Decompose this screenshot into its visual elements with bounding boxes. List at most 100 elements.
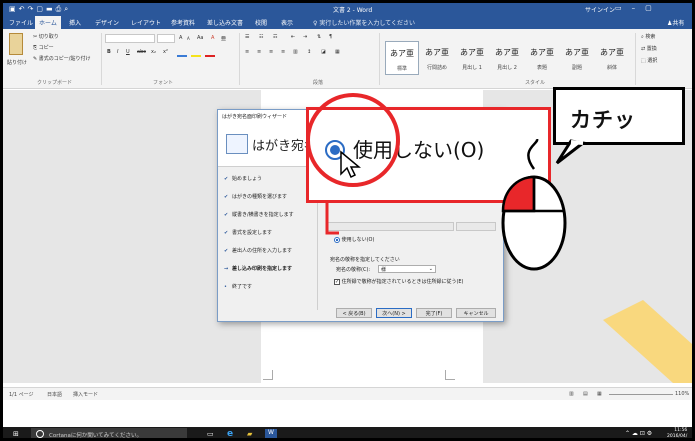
subscript-button[interactable]: x₂ [151,49,156,55]
bold-button[interactable]: B [107,49,111,55]
format-painter-button[interactable]: ✎ 書式のコピー/貼り付け [33,55,90,62]
paragraph-align-row: ≡ ≡ ≡ ≡ ▥ ↕ ◪ ▦ [245,49,373,59]
tab-references[interactable]: 参考資料 [171,18,195,27]
style-tile[interactable]: あア亜 副題 [560,41,594,75]
save-icon[interactable]: ▣ [9,5,19,13]
honorific-follow-checkbox[interactable]: ✓ 住所録で敬称が指定されているときは住所録に従う(E) [334,278,464,285]
share-button[interactable]: ♟共有 [667,18,684,27]
distributed-icon[interactable]: ▥ [293,49,298,55]
show-marks-icon[interactable]: ¶ [329,34,332,40]
tab-review[interactable]: 校閲 [255,18,267,27]
mouse-left-click-icon [501,139,567,271]
windows-start-icon[interactable]: ⊞ [13,430,19,438]
page-indicator[interactable]: 1/1 ページ [9,391,34,398]
increase-indent-icon[interactable]: ⇥ [303,34,307,40]
finish-button[interactable]: 完了(F) [416,308,452,318]
ribbon-display-icon[interactable]: ▭ [615,4,632,12]
shading-icon[interactable]: ◪ [321,49,326,55]
style-tile[interactable]: あア亜 標準 [385,41,419,75]
quick-access-toolbar[interactable]: ▣↶↷▢▬⎙⌕ [9,5,71,14]
sort-icon[interactable]: ⇅ [317,34,321,40]
highlight-icon[interactable] [191,49,201,57]
find-button[interactable]: ⌕ 検索 [641,33,655,40]
line-spacing-icon[interactable]: ↕ [307,49,311,55]
zoom-level[interactable]: 110% [675,391,689,397]
taskbar-clock[interactable]: 11:56 2016/04/ [667,428,687,438]
grow-font-button[interactable]: A [179,35,182,41]
tab-design[interactable]: デザイン [95,18,119,27]
text-effects-icon[interactable] [177,49,187,57]
tell-me-box[interactable]: ♀ 実行したい作業を入力してください [313,18,415,27]
copy-button[interactable]: ⎘ コピー [33,44,54,51]
word-taskbar-icon[interactable]: W [265,429,277,438]
style-tile-sample: あア亜 [390,49,414,58]
style-tile[interactable]: あア亜 行間詰め [420,41,454,75]
signin-link[interactable]: サインイン [585,5,615,14]
font-color-icon[interactable] [205,49,215,57]
multilevel-icon[interactable]: ☶ [273,34,277,40]
tab-home[interactable]: ホーム [35,16,61,29]
justify-icon[interactable]: ≡ [281,49,285,55]
open-icon[interactable]: ▬ [46,5,56,13]
minimize-icon[interactable]: – [632,4,646,12]
task-view-icon[interactable]: ▭ [207,430,214,438]
undo-icon[interactable]: ↶ [19,5,28,13]
wizard-step: ✔ 始めましょう [224,176,263,182]
tab-insert[interactable]: 挿入 [69,18,81,27]
preview-icon[interactable]: ⌕ [64,5,71,13]
strikethrough-button[interactable]: abc [137,49,146,55]
cancel-button[interactable]: キャンセル [456,308,496,318]
next-button[interactable]: 次へ(N) > [376,308,412,318]
replace-button[interactable]: ⇄ 置換 [641,45,657,52]
font-size-box[interactable] [157,34,175,43]
align-left-icon[interactable]: ≡ [245,49,249,55]
edge-icon[interactable]: e [227,429,233,438]
crop-mark [263,370,273,380]
cut-button[interactable]: ✂ 切り取り [33,33,59,40]
print-icon[interactable]: ⎙ [56,5,65,13]
align-right-icon[interactable]: ≡ [269,49,273,55]
decrease-indent-icon[interactable]: ⇤ [291,34,295,40]
phonetic-button[interactable]: 亜 [221,35,226,42]
tab-mailings[interactable]: 差し込み文書 [207,18,243,27]
select-button[interactable]: ⬚ 選択 [641,57,657,64]
postcard-icon [226,134,248,154]
shrink-font-button[interactable]: A [187,36,190,41]
crop-mark [445,370,455,380]
superscript-button[interactable]: x² [163,49,168,55]
paste-icon[interactable] [9,33,23,55]
style-tile[interactable]: あア亜 見出し 2 [490,41,524,75]
numbering-icon[interactable]: ☷ [259,34,263,40]
read-mode-icon[interactable]: ▥ [569,391,574,397]
web-layout-icon[interactable]: ▦ [597,391,602,397]
new-icon[interactable]: ▢ [36,5,46,13]
insert-mode-indicator[interactable]: 挿入モード [73,391,98,398]
screenshot-frame: ▣↶↷▢▬⎙⌕ 文書 2 - Word サインイン ▭–▢ ファイル ホーム 挿… [0,0,695,441]
align-center-icon[interactable]: ≡ [257,49,261,55]
style-tile-caption: 見出し 1 [462,65,482,71]
zoom-slider[interactable] [609,394,673,395]
font-name-box[interactable] [105,34,155,43]
bullets-icon[interactable]: ☰ [245,34,249,40]
italic-button[interactable]: I [117,49,118,55]
maximize-icon[interactable]: ▢ [645,4,662,12]
explorer-icon[interactable]: ▰ [247,430,252,438]
tray-icons[interactable]: ⌃ ☁ ⊡ ⚙ [625,430,652,437]
style-tile[interactable]: あア亜 表題 [525,41,559,75]
back-button[interactable]: < 戻る(B) [336,308,372,318]
style-tile[interactable]: あア亜 斜体 [595,41,629,75]
window-controls[interactable]: ▭–▢ [615,4,662,12]
change-case-button[interactable]: Aa [197,35,203,41]
tab-view[interactable]: 表示 [281,18,293,27]
tab-file[interactable]: ファイル [9,18,33,27]
cortana-search-box[interactable]: Cortanaに何か聞いてみてください。 [31,428,187,438]
language-indicator[interactable]: 日本語 [47,391,62,398]
borders-icon[interactable]: ▦ [335,49,340,55]
tab-layout[interactable]: レイアウト [131,18,161,27]
clear-format-button[interactable]: A [211,35,214,41]
underline-button[interactable]: U [126,49,130,55]
print-layout-icon[interactable]: ▤ [583,391,588,397]
paste-button[interactable]: 貼り付け [7,59,27,66]
honorific-select[interactable]: 様 ⌄ [378,265,436,273]
style-tile[interactable]: あア亜 見出し 1 [455,41,489,75]
